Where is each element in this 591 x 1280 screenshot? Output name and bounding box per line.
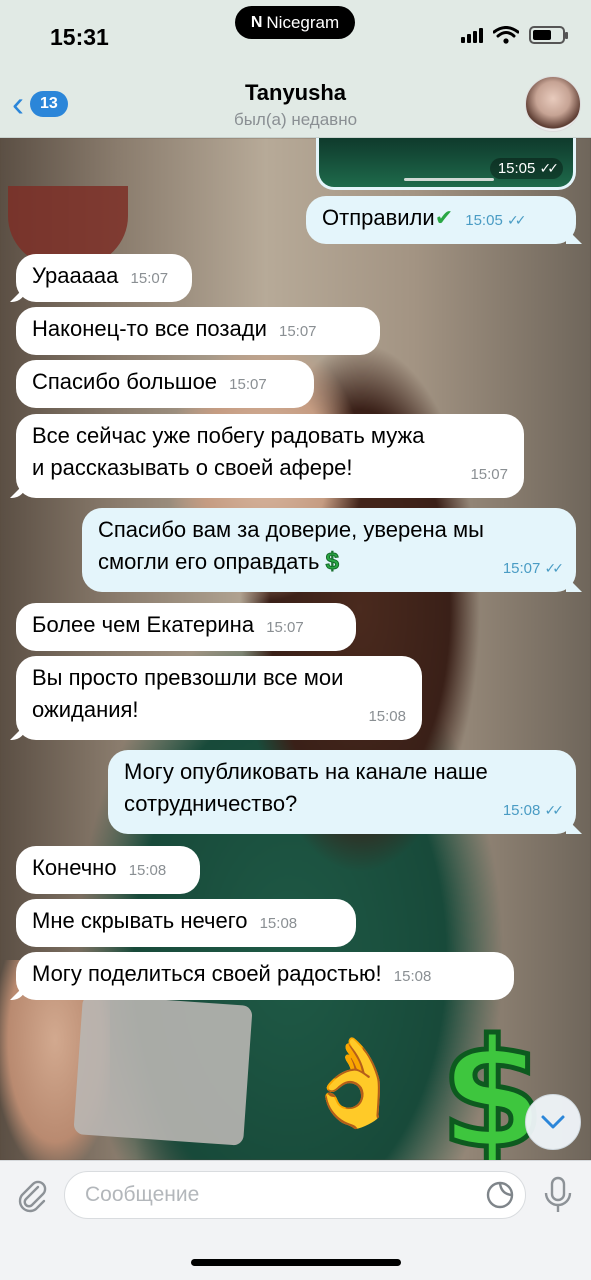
island-label: Nicegram <box>266 12 340 32</box>
paperclip-icon[interactable] <box>16 1179 50 1213</box>
message-text-line: сотрудничество? <box>124 791 298 816</box>
message-bubble-incoming[interactable]: Могу поделиться своей радостью! 15:08 <box>16 952 514 1000</box>
chat-header: 15:31 N Nicegram ‹ 13 Tanyusha был(а) не… <box>0 0 591 138</box>
dynamic-island: N Nicegram <box>235 6 355 39</box>
check-mark-emoji: ✔ <box>434 205 454 230</box>
message-time: 15:08 <box>368 708 406 725</box>
battery-icon <box>529 26 568 44</box>
avatar[interactable] <box>525 76 581 132</box>
message-time: 15:07 <box>130 270 169 287</box>
message-text-line: смогли его оправдать <box>98 549 320 574</box>
message-text-line: ожидания! <box>32 697 139 722</box>
scroll-down-button[interactable] <box>525 1094 581 1150</box>
message-text: Наконец-то все позади <box>32 316 267 341</box>
message-text: Мне скрывать нечего <box>32 908 248 933</box>
microphone-icon[interactable] <box>540 1175 576 1215</box>
signal-icon <box>461 27 483 43</box>
status-icons <box>461 26 568 44</box>
message-text-line: Спасибо вам за доверие, уверена мы <box>98 517 484 542</box>
status-time: 15:31 <box>50 24 109 50</box>
message-time: 15:08 <box>259 915 298 932</box>
message-time: 15:07 <box>278 323 317 340</box>
message-bubble-incoming[interactable]: Все сейчас уже побегу радовать мужа и ра… <box>16 414 524 498</box>
chevron-down-icon <box>541 1115 565 1129</box>
message-time: 15:05 ✓✓ <box>489 158 563 179</box>
message-text-line: Вы просто превзошли все мои <box>32 665 344 690</box>
message-time: 15:07 <box>266 619 304 636</box>
message-time: 15:07 ✓✓ <box>502 560 564 577</box>
message-bubble-incoming[interactable]: Наконец-то все позади 15:07 <box>16 307 380 355</box>
message-bubble-incoming[interactable]: Конечно 15:08 <box>16 846 200 894</box>
message-bubble-outgoing[interactable]: Спасибо вам за доверие, уверена мы смогл… <box>82 508 576 592</box>
nicegram-logo-icon: N <box>250 13 263 31</box>
dollar-emoji: $ <box>325 548 339 576</box>
contact-status: был(а) недавно <box>233 110 358 129</box>
message-time: 15:08 <box>393 968 432 985</box>
message-bubble-incoming[interactable]: Вы просто превзошли все мои ожидания! 15… <box>16 656 422 740</box>
message-time: 15:05 ✓✓ <box>465 212 526 229</box>
dollar-sticker[interactable]: $ <box>437 1018 546 1173</box>
message-text: Конечно <box>32 855 117 880</box>
message-text: Урааааа <box>32 263 119 288</box>
message-text: Отправили <box>322 205 435 230</box>
message-text: Спасибо большое <box>32 369 218 394</box>
message-bubble-incoming[interactable]: Мне скрывать нечего 15:08 <box>16 899 356 947</box>
media-message[interactable]: 15:05 ✓✓ <box>316 138 576 190</box>
chat-title[interactable]: Tanyusha был(а) недавно <box>0 80 591 130</box>
wallpaper-laptop <box>73 994 253 1146</box>
ok-hand-sticker[interactable]: 👌 <box>300 1040 407 1126</box>
sticker-icon[interactable] <box>484 1179 516 1211</box>
message-bubble-outgoing[interactable]: Отправили✔ 15:05 ✓✓ <box>306 196 576 244</box>
message-bubble-incoming[interactable]: Спасибо большое 15:07 <box>16 360 314 408</box>
message-text: Более чем Екатерина <box>32 612 255 637</box>
wifi-icon <box>493 26 519 44</box>
message-time: 15:08 ✓✓ <box>502 802 564 819</box>
message-input[interactable]: Сообщение <box>64 1171 526 1219</box>
message-bubble-incoming[interactable]: Урааааа 15:07 <box>16 254 192 302</box>
media-progress-bar <box>404 178 494 181</box>
message-time: 15:07 <box>470 466 508 483</box>
contact-name: Tanyusha <box>244 80 347 105</box>
message-time: 15:07 <box>229 376 267 393</box>
message-composer: Сообщение <box>0 1160 591 1280</box>
message-text-line: Могу опубликовать на канале наше <box>124 759 488 784</box>
message-time: 15:08 <box>128 862 167 879</box>
message-bubble-outgoing[interactable]: Могу опубликовать на канале наше сотрудн… <box>108 750 576 834</box>
message-text-line: Все сейчас уже побегу радовать мужа <box>32 423 425 448</box>
message-text: Могу поделиться своей радостью! <box>32 961 382 986</box>
home-indicator[interactable] <box>191 1259 401 1266</box>
message-text-line: и рассказывать о своей афере! <box>32 455 353 480</box>
message-bubble-incoming[interactable]: Более чем Екатерина 15:07 <box>16 603 356 651</box>
